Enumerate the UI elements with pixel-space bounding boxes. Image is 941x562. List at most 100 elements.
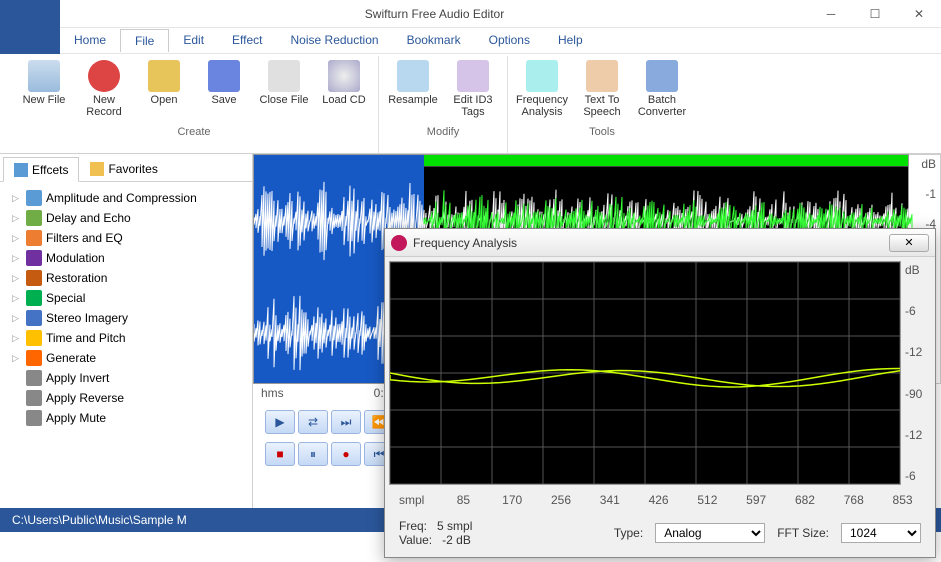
- tree-item-icon: [26, 310, 42, 326]
- freq-db-tick: -6: [905, 304, 927, 318]
- freq-db-tick: dB: [905, 263, 927, 277]
- sidebar: Effcets Favorites ▷Amplitude and Compress…: [0, 154, 253, 508]
- save-icon: [208, 60, 240, 92]
- freq-db-tick: -90: [905, 387, 927, 401]
- menu-help[interactable]: Help: [544, 29, 597, 52]
- freq-x-tick: 85: [439, 493, 488, 507]
- freq-type-label: Type:: [614, 526, 643, 540]
- transport-play-button[interactable]: ▶: [265, 410, 295, 434]
- menu-edit[interactable]: Edit: [169, 29, 218, 52]
- tree-arrow-icon: ▷: [12, 333, 22, 344]
- resample-button[interactable]: Resample: [385, 56, 441, 122]
- tts-button[interactable]: Text To Speech: [574, 56, 630, 122]
- menubar: HomeFileEditEffectNoise ReductionBookmar…: [0, 28, 941, 54]
- close-button[interactable]: ✕: [897, 0, 941, 28]
- freq-x-tick: 853: [878, 493, 927, 507]
- open-button[interactable]: Open: [136, 56, 192, 122]
- tree-item-label: Stereo Imagery: [46, 311, 128, 325]
- tree-item-icon: [26, 250, 42, 266]
- freq-x-tick: 768: [829, 493, 878, 507]
- maximize-button[interactable]: ☐: [853, 0, 897, 28]
- tree-item-label: Time and Pitch: [46, 331, 126, 345]
- freq-x-tick: 597: [732, 493, 781, 507]
- tree-item-icon: [26, 270, 42, 286]
- tree-arrow-icon: ▷: [12, 273, 22, 284]
- new-file-icon: [28, 60, 60, 92]
- save-label: Save: [211, 94, 236, 106]
- close-file-button[interactable]: Close File: [256, 56, 312, 122]
- new-record-button[interactable]: New Record: [76, 56, 132, 122]
- favorites-icon: [90, 162, 104, 176]
- freq-x-tick: 682: [781, 493, 830, 507]
- menu-noise-reduction[interactable]: Noise Reduction: [277, 29, 393, 52]
- tree-item-label: Generate: [46, 351, 96, 365]
- freq-fft-select[interactable]: 1024: [841, 523, 921, 543]
- edit-id3-button[interactable]: Edit ID3 Tags: [445, 56, 501, 122]
- menu-bookmark[interactable]: Bookmark: [393, 29, 475, 52]
- freq-db-tick: -12: [905, 428, 927, 442]
- timeline-unit: hms: [261, 386, 284, 400]
- freq-analysis-button[interactable]: Frequency Analysis: [514, 56, 570, 122]
- tree-arrow-icon: ▷: [12, 193, 22, 204]
- db-tick: -1: [913, 187, 936, 201]
- freq-x-tick: 341: [585, 493, 634, 507]
- save-button[interactable]: Save: [196, 56, 252, 122]
- group-label: Create: [177, 126, 210, 138]
- load-cd-button[interactable]: Load CD: [316, 56, 372, 122]
- side-tab-favorites[interactable]: Favorites: [79, 157, 168, 181]
- tree-item-generate[interactable]: ▷ Generate: [4, 348, 248, 368]
- tree-item-special[interactable]: ▷Special: [4, 288, 248, 308]
- tree-item-modulation[interactable]: ▷Modulation: [4, 248, 248, 268]
- menu-file[interactable]: File: [120, 29, 169, 52]
- frequency-analysis-window[interactable]: Frequency Analysis ✕ dB-6-12-90-12-6 smp…: [384, 228, 936, 558]
- freq-window-title: Frequency Analysis: [413, 236, 889, 250]
- freq-titlebar[interactable]: Frequency Analysis ✕: [385, 229, 935, 257]
- freq-close-button[interactable]: ✕: [889, 234, 929, 252]
- app-icon: [0, 0, 60, 28]
- tree-arrow-icon: ▷: [12, 293, 22, 304]
- tree-item-label: Apply Mute: [46, 411, 106, 425]
- menu-home[interactable]: Home: [60, 29, 120, 52]
- tree-arrow-icon: ▷: [12, 233, 22, 244]
- tree-item-label: Delay and Echo: [46, 211, 131, 225]
- tree-item-apply-invert[interactable]: Apply Invert: [4, 368, 248, 388]
- freq-plot[interactable]: [389, 261, 901, 485]
- tree-item-label: Filters and EQ: [46, 231, 123, 245]
- tree-item-apply-reverse[interactable]: Apply Reverse: [4, 388, 248, 408]
- tree-item-filters-and-eq[interactable]: ▷ Filters and EQ: [4, 228, 248, 248]
- resample-icon: [397, 60, 429, 92]
- open-label: Open: [151, 94, 178, 106]
- side-tab-label: Favorites: [108, 162, 157, 176]
- tree-item-delay-and-echo[interactable]: ▷ Delay and Echo: [4, 208, 248, 228]
- transport-record-button[interactable]: ●: [331, 442, 361, 466]
- tree-item-amplitude-and-compression[interactable]: ▷Amplitude and Compression: [4, 188, 248, 208]
- batch-button[interactable]: Batch Converter: [634, 56, 690, 122]
- freq-controls: Freq: 5 smpl Value: -2 dB Type: Analog F…: [385, 509, 935, 557]
- freq-x-tick: 256: [537, 493, 586, 507]
- transport-end-button[interactable]: ⏭: [331, 410, 361, 434]
- tree-item-restoration[interactable]: ▷Restoration: [4, 268, 248, 288]
- group-label: Tools: [589, 126, 615, 138]
- new-file-button[interactable]: New File: [16, 56, 72, 122]
- close-file-label: Close File: [260, 94, 309, 106]
- transport-stop-button[interactable]: ■: [265, 442, 295, 466]
- tree-item-stereo-imagery[interactable]: ▷Stereo Imagery: [4, 308, 248, 328]
- edit-id3-icon: [457, 60, 489, 92]
- sidebar-tabs: Effcets Favorites: [0, 154, 252, 182]
- transport-pause-button[interactable]: ⏸: [298, 442, 328, 466]
- freq-x-tick: 170: [488, 493, 537, 507]
- menu-options[interactable]: Options: [475, 29, 544, 52]
- minimize-button[interactable]: ─: [809, 0, 853, 28]
- menu-effect[interactable]: Effect: [218, 29, 276, 52]
- freq-app-icon: [391, 235, 407, 251]
- tree-item-label: Apply Reverse: [46, 391, 124, 405]
- side-tab-effcets[interactable]: Effcets: [3, 157, 79, 182]
- tree-item-apply-mute[interactable]: Apply Mute: [4, 408, 248, 428]
- tree-item-label: Modulation: [46, 251, 105, 265]
- file-tab-accent: [0, 28, 60, 54]
- tree-arrow-icon: ▷: [12, 353, 22, 364]
- tree-arrow-icon: ▷: [12, 213, 22, 224]
- tree-item-time-and-pitch[interactable]: ▷ Time and Pitch: [4, 328, 248, 348]
- freq-type-select[interactable]: Analog: [655, 523, 765, 543]
- transport-loop-button[interactable]: ⇄: [298, 410, 328, 434]
